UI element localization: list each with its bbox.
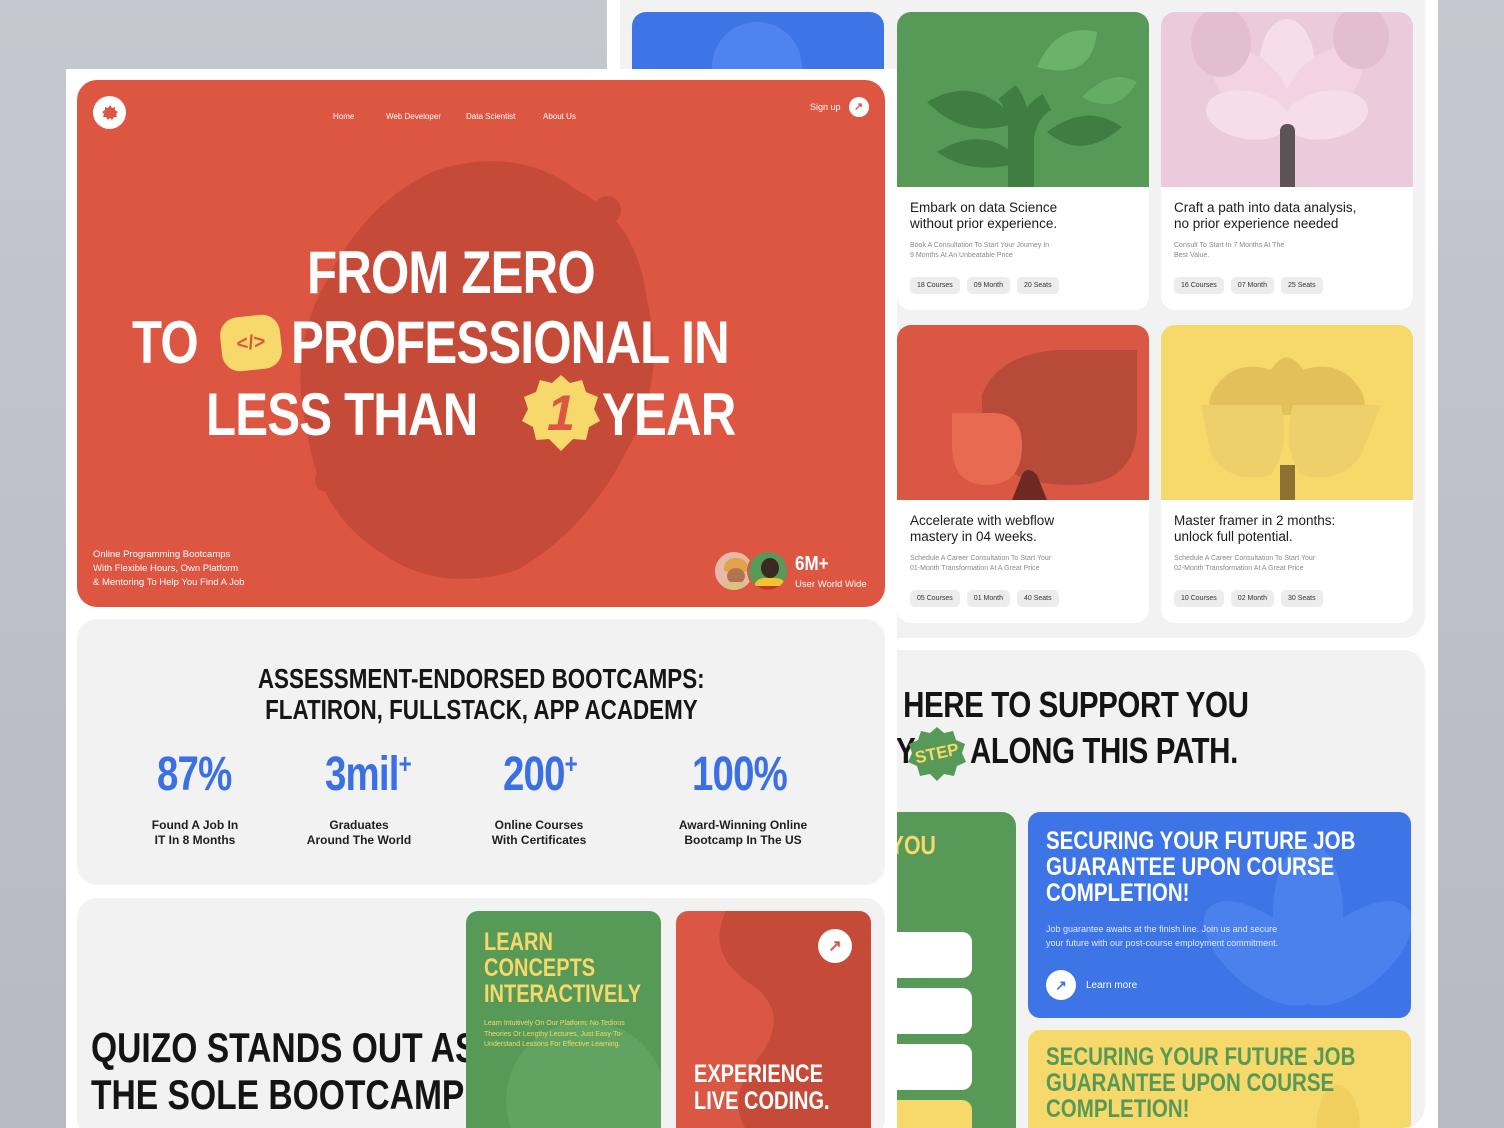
course-description: Consult To Start In 7 Months At The Best … xyxy=(1174,242,1285,259)
course-art xyxy=(1161,325,1413,500)
stat-label: Award-Winning Online Bootcamp In The US xyxy=(678,818,808,847)
seats-chip: 40 Seats xyxy=(1016,590,1059,607)
course-chips: 10 Courses 02 Month 30 Seats xyxy=(1174,590,1323,607)
job-guarantee-card-yellow: SECURING YOUR FUTURE JOB GUARANTEE UPON … xyxy=(1028,1030,1411,1128)
step-badge: STEP xyxy=(906,725,968,783)
duration-chip: 02 Month xyxy=(1230,590,1274,607)
live-coding-card[interactable]: ↗ EXPERIENCE LIVE CODING. xyxy=(676,911,871,1128)
duration-chip: 01 Month xyxy=(966,590,1010,607)
course-description: Schedule A Career Consultation To Start … xyxy=(1174,555,1316,572)
course-description: Book A Consultation To Start Your Journe… xyxy=(910,242,1050,259)
course-card-webflow[interactable]: Accelerate with webflow mastery in 04 wee… xyxy=(897,325,1149,623)
code-icon: </> xyxy=(235,330,267,355)
hero-tagline: Online Programming Bootcamps With Flexib… xyxy=(93,549,245,588)
learn-concepts-card[interactable]: LEARN CONCEPTS INTERACTIVELY Learn Intui… xyxy=(466,911,661,1128)
course-chips: 05 Courses 01 Month 40 Seats xyxy=(910,590,1059,607)
standout-heading: QUIZO STANDS OUT AS THE SOLE BOOTCAMP xyxy=(91,1024,478,1118)
course-card-data-analysis[interactable]: Craft a path into data analysis, no prior… xyxy=(1161,12,1413,310)
duration-chip: 09 Month xyxy=(966,277,1010,294)
blob-shape-icon xyxy=(712,22,802,72)
stat-value: 200+ xyxy=(503,748,578,801)
course-title: Accelerate with webflow mastery in 04 wee… xyxy=(910,513,1055,544)
stat-label: Graduates Around The World xyxy=(306,818,412,847)
arrow-up-right-icon: ↗ xyxy=(848,96,869,117)
nav-about-us[interactable]: About Us xyxy=(543,112,576,121)
course-art xyxy=(897,325,1149,500)
hero-line-3a: LESS THAN xyxy=(206,381,478,448)
hero-line-2b: PROFESSIONAL IN xyxy=(291,309,730,376)
support-heading-line1: E HERE TO SUPPORT YOU xyxy=(876,684,1249,725)
course-card-blue-partial[interactable] xyxy=(632,12,884,72)
seats-chip: 30 Seats xyxy=(1280,590,1323,607)
logo[interactable] xyxy=(93,96,126,129)
number-badge: 1 xyxy=(519,372,603,456)
stat-value: 3mil+ xyxy=(325,748,412,801)
avatar xyxy=(747,550,789,592)
course-art xyxy=(897,12,1149,187)
learn-more-button[interactable]: ↗ Learn more xyxy=(1046,970,1137,1000)
standout-section: QUIZO STANDS OUT AS THE SOLE BOOTCAMP LE… xyxy=(77,898,885,1128)
courses-chip: 18 Courses xyxy=(910,277,960,294)
stat-value: 87% xyxy=(157,748,232,801)
leaf-icon xyxy=(952,350,1137,500)
job-guarantee-card-blue: SECURING YOUR FUTURE JOB GUARANTEE UPON … xyxy=(1028,812,1411,1018)
stat-value: 100% xyxy=(692,748,788,801)
course-art xyxy=(1161,12,1413,187)
hero-line-2a: TO xyxy=(132,309,199,376)
course-title: Master framer in 2 months: unlock full po… xyxy=(1174,513,1336,544)
courses-chip: 16 Courses xyxy=(1174,277,1224,294)
course-description: Schedule A Career Consultation To Start … xyxy=(910,555,1052,572)
seats-chip: 25 Seats xyxy=(1280,277,1323,294)
live-coding-title: EXPERIENCE LIVE CODING. xyxy=(694,1060,830,1115)
duration-chip: 07 Month xyxy=(1230,277,1274,294)
course-title: Embark on data Science without prior expe… xyxy=(910,200,1058,231)
course-title: Craft a path into data analysis, no prior… xyxy=(1174,200,1357,231)
signup-button[interactable]: Sign up ↗ xyxy=(810,96,869,117)
course-card-data-science[interactable]: Embark on data Science without prior expe… xyxy=(897,12,1149,310)
yellow-card-title: SECURING YOUR FUTURE JOB GUARANTEE UPON … xyxy=(1046,1043,1356,1123)
courses-chip: 05 Courses xyxy=(910,590,960,607)
flower-icon xyxy=(1191,12,1389,187)
plant-icon xyxy=(927,30,1137,187)
course-chips: 16 Courses 07 Month 25 Seats xyxy=(1174,277,1323,294)
learn-card-text: Learn Intuitively On Our Platform: No Te… xyxy=(484,1020,625,1048)
user-avatars xyxy=(713,550,789,592)
seats-chip: 20 Seats xyxy=(1016,277,1059,294)
courses-chip: 10 Courses xyxy=(1174,590,1224,607)
course-card-framer[interactable]: Master framer in 2 months: unlock full po… xyxy=(1161,325,1413,623)
nav-data-scientist[interactable]: Data Scientist xyxy=(466,112,515,121)
blue-card-title: SECURING YOUR FUTURE JOB GUARANTEE UPON … xyxy=(1046,827,1356,907)
hero-line-1: FROM ZERO xyxy=(307,239,596,306)
tulip-icon xyxy=(1201,357,1381,500)
front-page: Home Web Developer Data Scientist About … xyxy=(66,69,897,1128)
stat-label: Found A Job In IT In 8 Months xyxy=(151,818,239,847)
blue-card-text: Job guarantee awaits at the finish line.… xyxy=(1046,924,1279,948)
code-badge: </> xyxy=(218,313,284,373)
gear-logo-icon xyxy=(101,104,118,120)
hero-line-3b: YEAR xyxy=(602,381,736,448)
arrow-up-right-icon[interactable]: ↗ xyxy=(818,929,852,963)
learn-card-title: LEARN CONCEPTS INTERACTIVELY xyxy=(484,928,642,1008)
arrow-up-right-icon: ↗ xyxy=(1046,970,1076,1000)
course-chips: 18 Courses 09 Month 20 Seats xyxy=(910,277,1059,294)
hero-section: Home Web Developer Data Scientist About … xyxy=(77,80,885,607)
users-count: 6M+ xyxy=(795,553,829,575)
users-label: User World Wide xyxy=(795,579,867,590)
stat-label: Online Courses With Certificates xyxy=(491,818,587,847)
stats-heading: ASSESSMENT-ENDORSED BOOTCAMPS: FLATIRON,… xyxy=(257,663,705,725)
support-heading-line2b: ALONG THIS PATH. xyxy=(970,730,1238,771)
stats-section: ASSESSMENT-ENDORSED BOOTCAMPS: FLATIRON,… xyxy=(77,619,885,885)
nav-home[interactable]: Home xyxy=(333,112,354,121)
nav-web-developer[interactable]: Web Developer xyxy=(386,112,441,121)
